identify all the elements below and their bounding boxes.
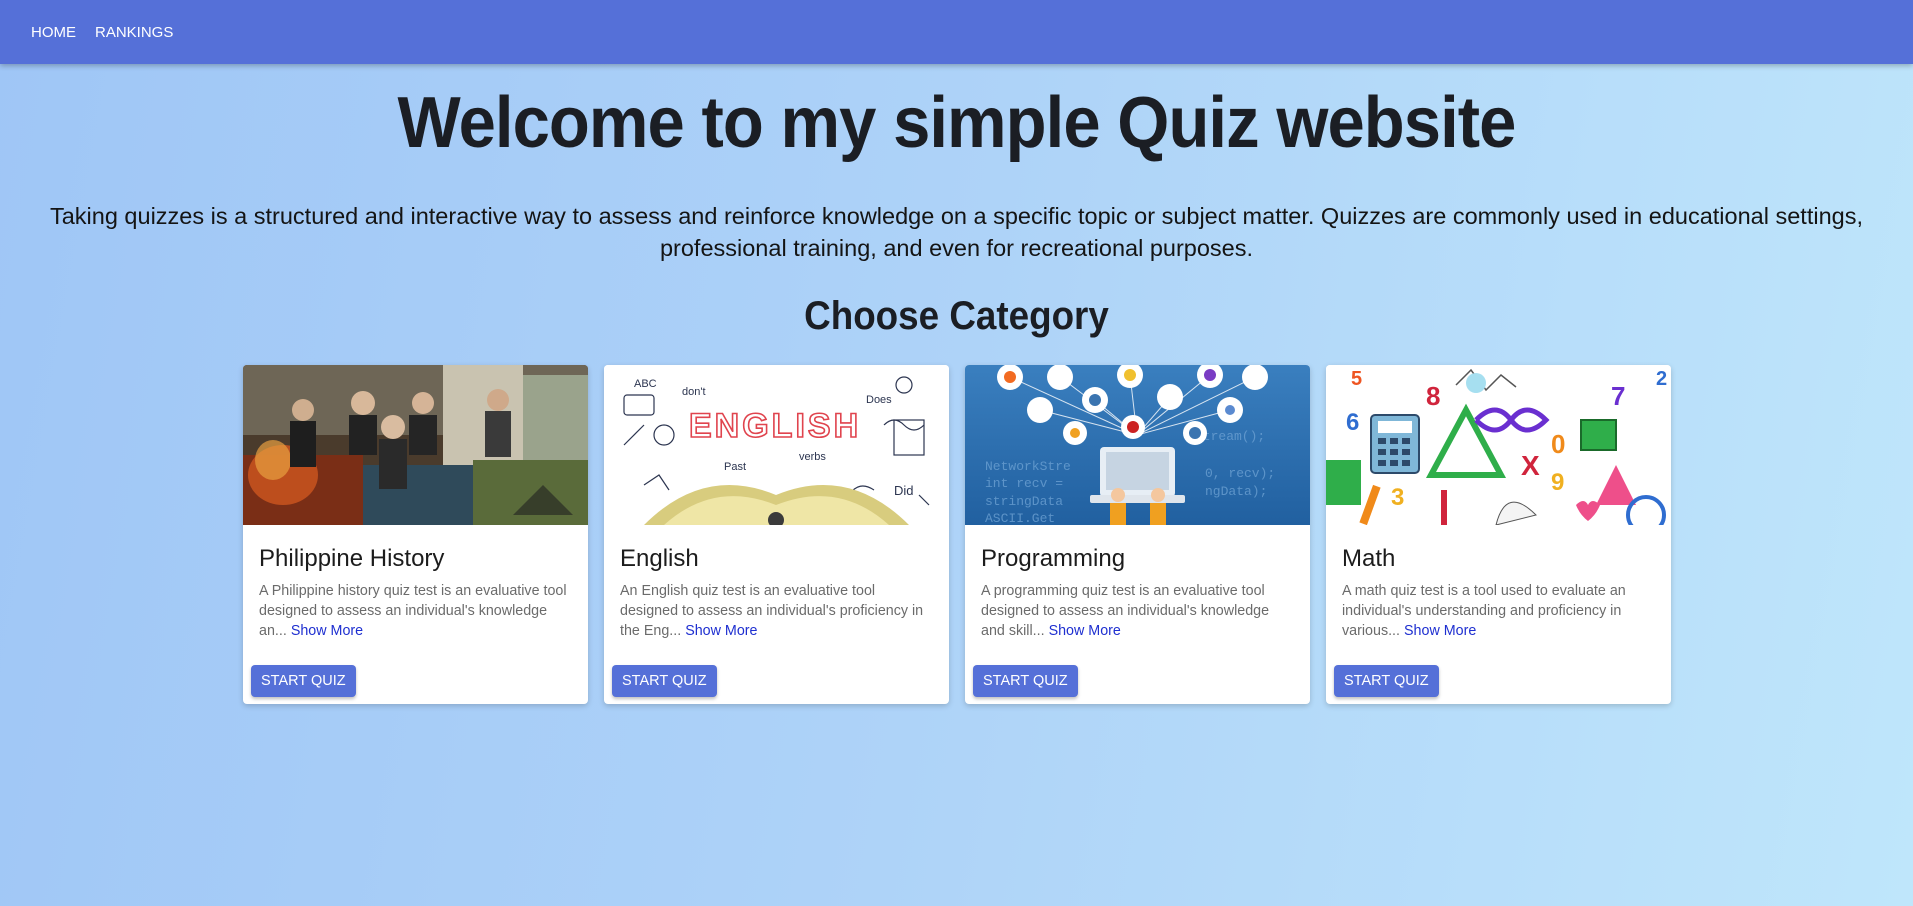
svg-text:8: 8: [1426, 381, 1440, 411]
card-math: 8 6 7 0 X 9 3 5 2 Math A math quiz test …: [1326, 365, 1671, 704]
svg-text:5: 5: [1351, 368, 1362, 390]
card-title: Math: [1342, 545, 1396, 572]
svg-text:0, recv);: 0, recv);: [1205, 466, 1275, 481]
card-programming: NetworkStre int recv = stringData ASCII.…: [965, 365, 1310, 704]
svg-text:7: 7: [1611, 381, 1625, 411]
start-quiz-button[interactable]: START QUIZ: [973, 665, 1078, 697]
svg-text:3: 3: [1391, 484, 1404, 511]
svg-text:Past: Past: [724, 461, 746, 473]
card-title: Programming: [981, 545, 1126, 572]
programming-image: NetworkStre int recv = stringData ASCII.…: [965, 365, 1310, 525]
start-quiz-button[interactable]: START QUIZ: [612, 665, 717, 697]
svg-text:0: 0: [1551, 429, 1565, 459]
description-text: A math quiz test is a tool used to evalu…: [1342, 583, 1626, 639]
svg-text:int recv =: int recv =: [985, 476, 1063, 491]
philippine-history-image: [243, 365, 588, 525]
card-description: An English quiz test is an evaluative to…: [620, 581, 935, 641]
svg-text:Did: Did: [894, 483, 914, 498]
svg-text:9: 9: [1551, 469, 1564, 496]
svg-text:ngData);: ngData);: [1205, 484, 1267, 499]
english-image: ABC don't Does Did Past verbs ENGLISH: [604, 365, 949, 525]
svg-text:X: X: [1521, 450, 1540, 481]
page-title: Welcome to my simple Quiz website: [397, 83, 1517, 163]
category-cards: Philippine History A Philippine history …: [243, 365, 1671, 704]
card-title: Philippine History: [259, 545, 445, 572]
svg-text:ABC: ABC: [634, 378, 657, 390]
show-more-link[interactable]: Show More: [1049, 623, 1121, 639]
show-more-link[interactable]: Show More: [685, 623, 757, 639]
svg-text:verbs: verbs: [799, 451, 826, 463]
show-more-link[interactable]: Show More: [1404, 623, 1476, 639]
category-heading: Choose Category: [804, 294, 1109, 338]
card-description: A Philippine history quiz test is an eva…: [259, 581, 574, 641]
description-text: A programming quiz test is an evaluative…: [981, 583, 1270, 639]
nav-home-link[interactable]: HOME: [21, 18, 86, 47]
svg-text:don't: don't: [682, 386, 706, 398]
svg-text:ASCII.Get: ASCII.Get: [985, 511, 1055, 525]
start-quiz-button[interactable]: START QUIZ: [1334, 665, 1439, 697]
intro-paragraph: Taking quizzes is a structured and inter…: [49, 203, 1864, 261]
svg-text:2: 2: [1656, 368, 1667, 390]
card-title: English: [620, 545, 699, 572]
svg-text:6: 6: [1346, 409, 1359, 436]
math-image: 8 6 7 0 X 9 3 5 2: [1326, 365, 1671, 525]
description-text: An English quiz test is an evaluative to…: [620, 583, 924, 639]
svg-text:Does: Does: [866, 394, 892, 406]
card-description: A math quiz test is a tool used to evalu…: [1342, 581, 1657, 641]
card-description: A programming quiz test is an evaluative…: [981, 581, 1296, 641]
start-quiz-button[interactable]: START QUIZ: [251, 665, 356, 697]
svg-text:NetworkStre: NetworkStre: [985, 459, 1071, 474]
svg-text:stringData: stringData: [985, 494, 1063, 509]
english-lettering: ENGLISH: [689, 407, 861, 445]
card-philippine-history: Philippine History A Philippine history …: [243, 365, 588, 704]
top-navbar: HOME RANKINGS: [0, 0, 1913, 64]
show-more-link[interactable]: Show More: [291, 623, 363, 639]
nav-rankings-link[interactable]: RANKINGS: [85, 18, 183, 47]
card-english: ABC don't Does Did Past verbs ENGLISH En…: [604, 365, 949, 704]
